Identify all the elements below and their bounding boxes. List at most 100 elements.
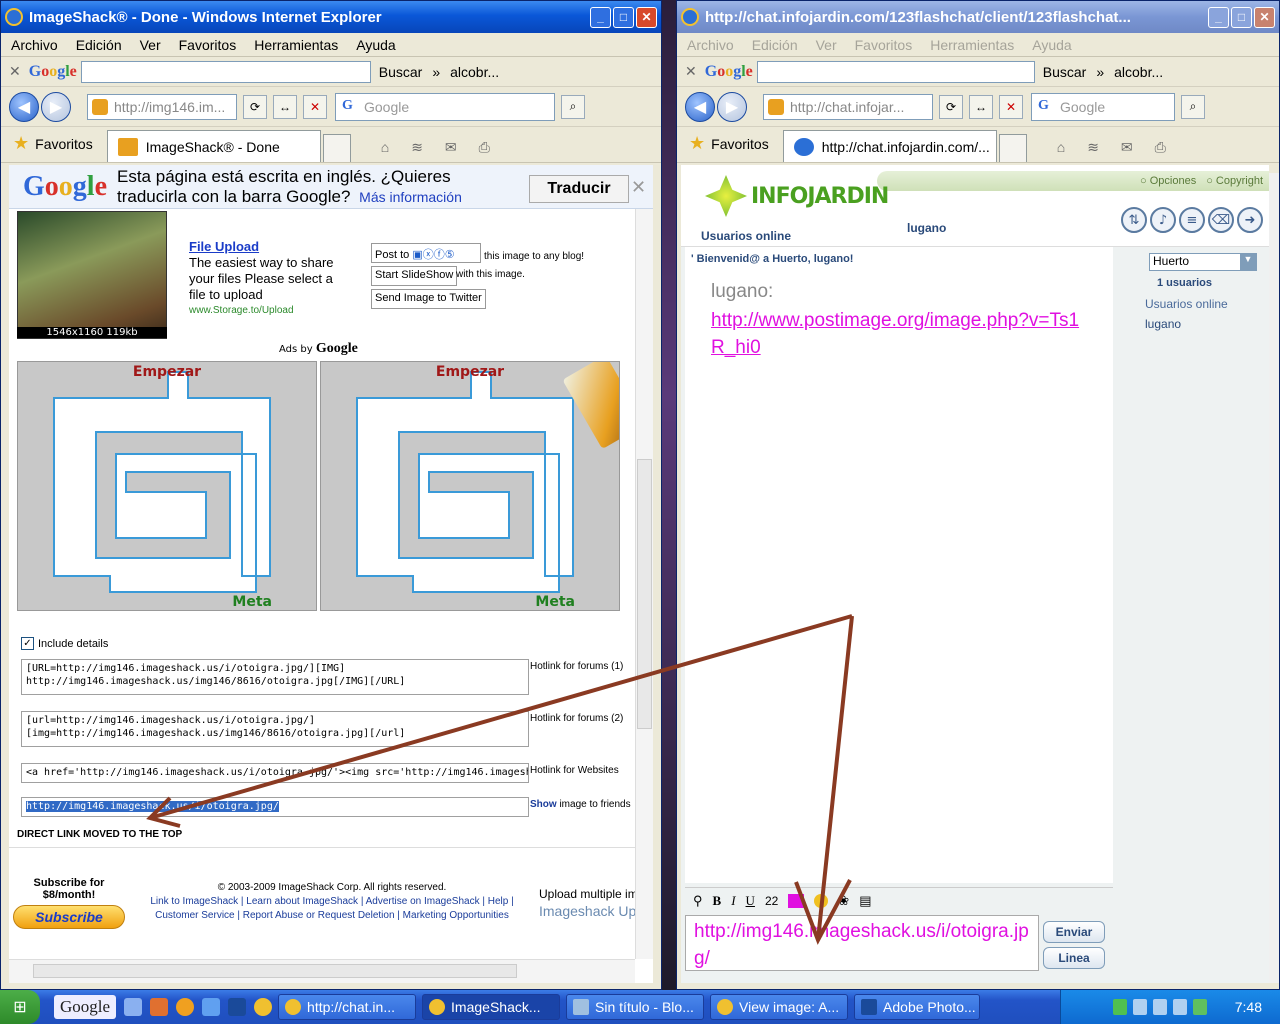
rss-icon[interactable]: ≋ <box>1087 139 1099 156</box>
buscar-button[interactable]: Buscar <box>379 64 423 80</box>
menu-edicion[interactable]: Edición <box>76 37 122 53</box>
taskbar-item-imageshack[interactable]: ImageShack... <box>422 994 561 1020</box>
favoritos-button[interactable]: ★ Favoritos <box>13 133 93 154</box>
home-icon[interactable]: ⌂ <box>381 139 389 156</box>
transfer-icon[interactable]: ⇅ <box>1121 207 1147 233</box>
title-bar[interactable]: http://chat.infojardin.com/123flashchat/… <box>677 1 1279 33</box>
maze-ad-left[interactable]: Empezar Meta <box>17 361 317 611</box>
slideshow-button[interactable]: Start SlideShow <box>371 266 458 286</box>
print-icon[interactable]: ⎙ <box>1155 139 1166 156</box>
font-size-select[interactable]: 22 <box>765 894 778 908</box>
volume-icon[interactable] <box>1172 999 1187 1015</box>
scroll-thumb[interactable] <box>33 964 517 978</box>
battery-icon[interactable] <box>1112 999 1127 1015</box>
maximize-button[interactable]: □ <box>613 6 634 28</box>
new-tab-button[interactable] <box>322 134 351 162</box>
antivirus-icon[interactable] <box>1152 999 1167 1015</box>
menu-ver[interactable]: Ver <box>140 37 161 53</box>
new-tab-button[interactable] <box>998 134 1027 162</box>
back-arrow-icon[interactable]: ◀ <box>685 91 715 122</box>
quicklaunch-info-icon[interactable] <box>176 998 195 1016</box>
close-toolbar-icon[interactable]: ✕ <box>685 63 697 80</box>
home-icon[interactable]: ⌂ <box>1057 139 1065 156</box>
file-upload-link[interactable]: File Upload <box>189 239 349 255</box>
quicklaunch-messenger-icon[interactable] <box>202 998 221 1016</box>
color-picker[interactable] <box>788 893 805 908</box>
maze-ad-right[interactable]: Empezar Meta <box>320 361 620 611</box>
notes-icon[interactable]: ▤ <box>859 893 871 909</box>
refresh-icon[interactable]: ⟳ <box>243 94 267 119</box>
line-button[interactable]: Linea <box>1043 947 1105 969</box>
vertical-scrollbar[interactable] <box>1269 173 1279 983</box>
menu-archivo[interactable]: Archivo <box>687 37 734 53</box>
send-button[interactable]: Enviar <box>1043 921 1105 943</box>
menu-ayuda[interactable]: Ayuda <box>1032 37 1071 53</box>
menu-edicion[interactable]: Edición <box>752 37 798 53</box>
document-icon[interactable]: ≡ <box>1179 207 1205 233</box>
buscar-button[interactable]: Buscar <box>1043 64 1087 80</box>
toolbar-user[interactable]: alcobr... <box>1114 64 1163 80</box>
menu-favoritos[interactable]: Favoritos <box>855 37 913 53</box>
more-info-link[interactable]: Más información <box>359 189 462 205</box>
menu-herramientas[interactable]: Herramientas <box>930 37 1014 53</box>
forward-arrow-icon[interactable]: ▶ <box>41 91 71 122</box>
exit-icon[interactable]: ➜ <box>1237 207 1263 233</box>
google-toolbar-search-input[interactable] <box>80 60 371 83</box>
menu-ayuda[interactable]: Ayuda <box>356 37 395 53</box>
go-icon[interactable]: ↔ <box>969 94 993 119</box>
taskbar-item-chat[interactable]: http://chat.in... <box>278 994 417 1020</box>
italic-button[interactable]: I <box>731 893 735 909</box>
mail-icon[interactable]: ✉ <box>445 139 457 156</box>
direct-link-field[interactable]: http://img146.imageshack.us/i/otoigra.jp… <box>21 797 529 817</box>
url-input[interactable]: http://img146.im... <box>87 93 237 120</box>
font-icon[interactable]: ⚲ <box>693 893 703 909</box>
menu-ver[interactable]: Ver <box>816 37 837 53</box>
bold-button[interactable]: B <box>713 893 722 909</box>
room-select[interactable]: Huerto ▼ <box>1149 253 1257 271</box>
vertical-scrollbar[interactable] <box>635 209 653 959</box>
taskbar-item-photoshop[interactable]: Adobe Photo... <box>854 994 981 1020</box>
google-toolbar-search-input[interactable] <box>756 60 1035 83</box>
tab-imageshack[interactable]: ImageShack® - Done <box>106 130 321 162</box>
message-link[interactable]: http://www.postimage.org/image.php?v=Ts1… <box>711 307 1081 361</box>
close-button[interactable]: ✕ <box>1254 6 1275 28</box>
scroll-thumb[interactable] <box>637 459 652 729</box>
taskbar-item-notepad[interactable]: Sin título - Blo... <box>566 994 705 1020</box>
copyright-link[interactable]: Copyright <box>1206 175 1263 187</box>
menu-archivo[interactable]: Archivo <box>11 37 58 53</box>
start-button[interactable]: ⊞ <box>0 990 40 1024</box>
quicklaunch-ie-icon[interactable] <box>254 998 273 1016</box>
google-deskbar[interactable]: Google <box>54 995 117 1019</box>
back-arrow-icon[interactable]: ◀ <box>9 91 39 122</box>
stop-icon[interactable]: ✕ <box>999 94 1023 119</box>
rss-icon[interactable]: ≋ <box>411 139 423 156</box>
forum-code-2-field[interactable]: [url=http://img146.imageshack.us/i/otoig… <box>21 711 529 747</box>
upload-multiple-ad[interactable]: Upload multiple ima Imageshack Up <box>539 887 639 919</box>
search-input[interactable]: Google <box>1031 92 1175 121</box>
quicklaunch-app-icon[interactable] <box>150 998 169 1016</box>
clock[interactable]: 7:48 <box>1235 999 1262 1015</box>
quicklaunch-desktop-icon[interactable] <box>124 998 143 1016</box>
stop-icon[interactable]: ✕ <box>303 94 327 119</box>
minimize-button[interactable]: _ <box>1208 6 1229 28</box>
toolbar-more-icon[interactable]: » <box>1096 64 1104 80</box>
translate-button[interactable]: Traducir <box>529 175 629 203</box>
close-toolbar-icon[interactable]: ✕ <box>9 63 21 80</box>
favoritos-button[interactable]: ★ Favoritos <box>689 133 769 154</box>
toolbar-more-icon[interactable]: » <box>432 64 440 80</box>
emoticon-icon[interactable] <box>814 893 829 908</box>
menu-herramientas[interactable]: Herramientas <box>254 37 338 53</box>
twitter-button[interactable]: Send Image to Twitter <box>371 289 486 309</box>
message-input[interactable]: http://img146.imageshack.us/i/otoigra.jp… <box>685 915 1039 971</box>
maximize-button[interactable]: □ <box>1231 6 1252 28</box>
search-input[interactable]: Google <box>335 92 555 121</box>
show-link[interactable]: Show <box>530 799 557 810</box>
ads-by-google[interactable]: Ads by Google <box>279 341 358 357</box>
toolbar-user[interactable]: alcobr... <box>450 64 499 80</box>
post-to-button[interactable]: Post to ▣ⓧⓕ⑤ <box>371 243 481 263</box>
refresh-icon[interactable]: ⟳ <box>939 94 963 119</box>
include-details-checkbox[interactable]: ✓ Include details <box>21 637 108 650</box>
print-icon[interactable]: ⎙ <box>479 139 490 156</box>
update-icon[interactable] <box>1192 999 1207 1015</box>
close-button[interactable]: ✕ <box>636 6 657 28</box>
